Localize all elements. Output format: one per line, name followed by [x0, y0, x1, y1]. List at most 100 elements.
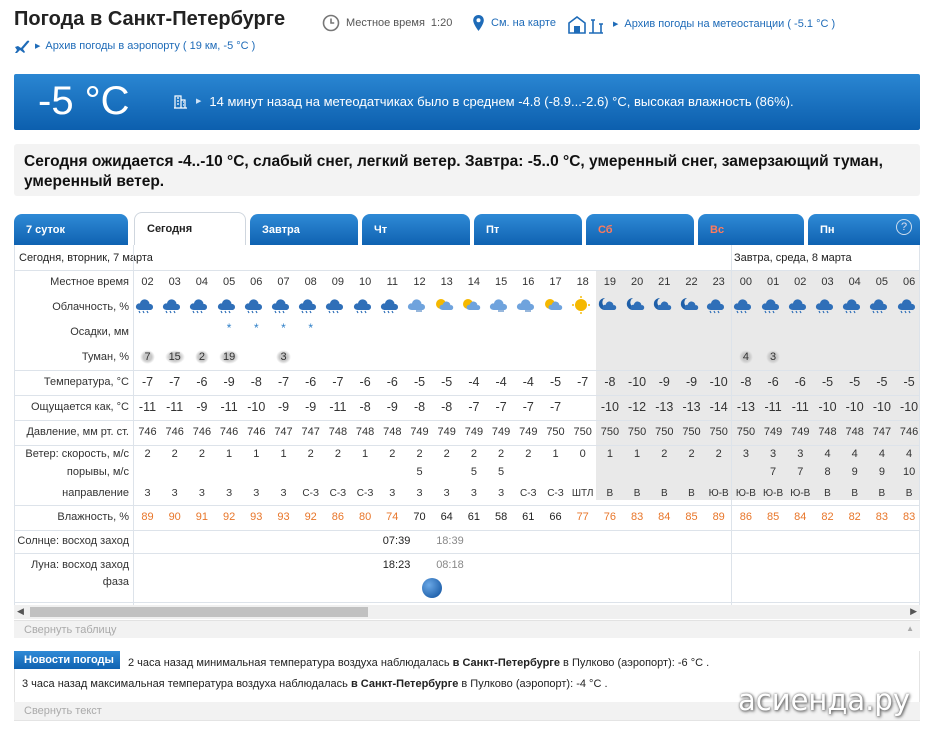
humidity-cell: 89 — [712, 511, 725, 523]
moon-cloud-icon — [678, 295, 705, 315]
temperature-cell: -4 — [495, 375, 507, 389]
hour-cell: 16 — [522, 276, 535, 288]
temperature-cell: -5 — [821, 375, 834, 389]
humidity-cell: 92 — [222, 511, 236, 523]
feels-like-cell: -10 — [872, 400, 891, 414]
feels-like-cell: -13 — [736, 400, 755, 414]
temperature-cell: -5 — [441, 375, 453, 389]
feels-like-cell: -7 — [522, 400, 534, 414]
wind-speed-cell: 2 — [443, 448, 450, 460]
scroll-right-icon[interactable]: ▶ — [910, 606, 917, 617]
feels-like-cell: -10 — [600, 400, 619, 414]
hour-cell: 22 — [685, 276, 698, 288]
fog-value: 15 — [164, 350, 185, 364]
pressure-cell: 748 — [845, 426, 864, 438]
tab-0[interactable]: 7 суток — [14, 214, 128, 245]
wind-speed-cell: 2 — [416, 448, 423, 460]
help-icon[interactable]: ? — [896, 219, 912, 235]
hour-cell: 18 — [576, 276, 589, 288]
humidity-cell: 77 — [576, 511, 589, 523]
news-item-city[interactable]: в Санкт-Петербурге — [351, 678, 458, 690]
table-divider — [15, 395, 919, 396]
feels-like-cell: -10 — [845, 400, 864, 414]
temperature-cell: -7 — [169, 375, 181, 389]
archive-station-link[interactable]: ▶ Архив погоды на метеостанции ( -5.1 °C… — [567, 14, 835, 34]
wind-direction-cell: С-З — [302, 488, 319, 499]
scroll-left-icon[interactable]: ◀ — [17, 606, 24, 617]
gust-cell: 5 — [416, 466, 423, 478]
table-divider — [15, 553, 919, 554]
humidity-cell: 91 — [195, 511, 209, 523]
temperature-cell: -10 — [628, 375, 647, 389]
news-item-text: в Пулково (аэропорт): -6 °C . — [559, 657, 710, 669]
temperature-cell: -9 — [658, 375, 670, 389]
wind-speed-cell: 2 — [661, 448, 668, 460]
table-divider — [15, 370, 919, 371]
row-label-pressure: Давление, мм рт. ст. — [26, 426, 129, 438]
gust-cell: 8 — [824, 466, 831, 478]
wind-speed-cell: 2 — [307, 448, 314, 460]
fog-cell: 4 — [732, 350, 759, 364]
hour-cell: 02 — [141, 276, 154, 288]
gust-cell: 5 — [470, 466, 477, 478]
hour-cell: 10 — [358, 276, 372, 288]
wind-direction-cell: В — [824, 488, 831, 499]
collapse-table-button[interactable]: Свернуть таблицу ▲ — [14, 620, 920, 638]
temperature-cell: -8 — [250, 375, 262, 389]
humidity-cell: 58 — [494, 511, 508, 523]
snow-cloud-icon — [324, 295, 351, 315]
archive-airport-link[interactable]: ▶ Архив погоды в аэропорту ( 19 км, -5 °… — [14, 39, 255, 53]
gust-cell: 10 — [902, 466, 916, 478]
hour-cell: 13 — [440, 276, 453, 288]
wind-speed-cell: 0 — [579, 448, 586, 460]
tab-4[interactable]: Пт — [474, 214, 582, 245]
snow-cloud-icon — [161, 295, 188, 315]
temperature-cell: -7 — [277, 375, 290, 389]
tab-3[interactable]: Чт — [362, 214, 470, 245]
pressure-cell: 746 — [192, 426, 212, 438]
hour-cell: 02 — [794, 276, 807, 288]
building-icon — [174, 95, 187, 109]
tab-1[interactable]: Сегодня — [134, 212, 246, 245]
feels-like-cell: -7 — [468, 400, 480, 414]
tab-6[interactable]: Вс — [698, 214, 804, 245]
wind-direction-cell: С-З — [520, 488, 537, 499]
feels-like-cell: -11 — [329, 400, 347, 414]
wind-direction-cell: В — [851, 488, 859, 499]
temperature-cell: -5 — [849, 375, 861, 389]
snow-cloud-icon — [134, 295, 161, 315]
cloud-icon — [406, 295, 433, 315]
map-link[interactable]: См. на карте — [472, 14, 556, 32]
fog-cell: 3 — [760, 350, 787, 364]
gust-cell: 7 — [770, 466, 777, 478]
wind-direction-cell: В — [688, 488, 695, 499]
news-item-text: в Пулково (аэропорт): -4 °C . — [458, 678, 608, 690]
wind-speed-cell: 1 — [362, 448, 369, 460]
humidity-cell: 92 — [304, 511, 317, 523]
chevron-up-icon: ▲ — [906, 624, 914, 633]
tab-5[interactable]: Сб — [586, 214, 694, 245]
feels-like-cell: -13 — [682, 400, 701, 414]
feels-like-cell: -8 — [441, 400, 453, 414]
pressure-cell: 746 — [247, 426, 266, 438]
news-item-city[interactable]: в Санкт-Петербурге — [453, 657, 560, 669]
humidity-cell: 86 — [331, 511, 345, 523]
pressure-cell: 747 — [301, 426, 320, 438]
wind-speed-cell: 2 — [389, 448, 396, 460]
sun-icon — [569, 295, 596, 315]
wind-speed-cell: 4 — [878, 448, 885, 460]
wind-direction-cell: З — [171, 488, 178, 499]
hour-cell: 05 — [222, 276, 236, 288]
moonset-time: 08:18 — [436, 559, 464, 571]
moon-cloud-icon — [651, 295, 678, 315]
scroll-thumb[interactable] — [30, 607, 368, 617]
local-time-label: Местное время — [346, 17, 425, 29]
feels-like-cell: -8 — [413, 400, 426, 414]
tab-2[interactable]: Завтра — [250, 214, 358, 245]
feels-like-cell: -11 — [764, 400, 782, 414]
table-scrollbar[interactable]: ◀ ▶ — [14, 605, 920, 619]
arrow-icon: ▶ — [613, 21, 619, 28]
snow-cloud-icon — [896, 295, 919, 315]
fog-value: 2 — [194, 350, 209, 364]
news-item-text: 2 часа назад минимальная температура воз… — [128, 657, 453, 669]
